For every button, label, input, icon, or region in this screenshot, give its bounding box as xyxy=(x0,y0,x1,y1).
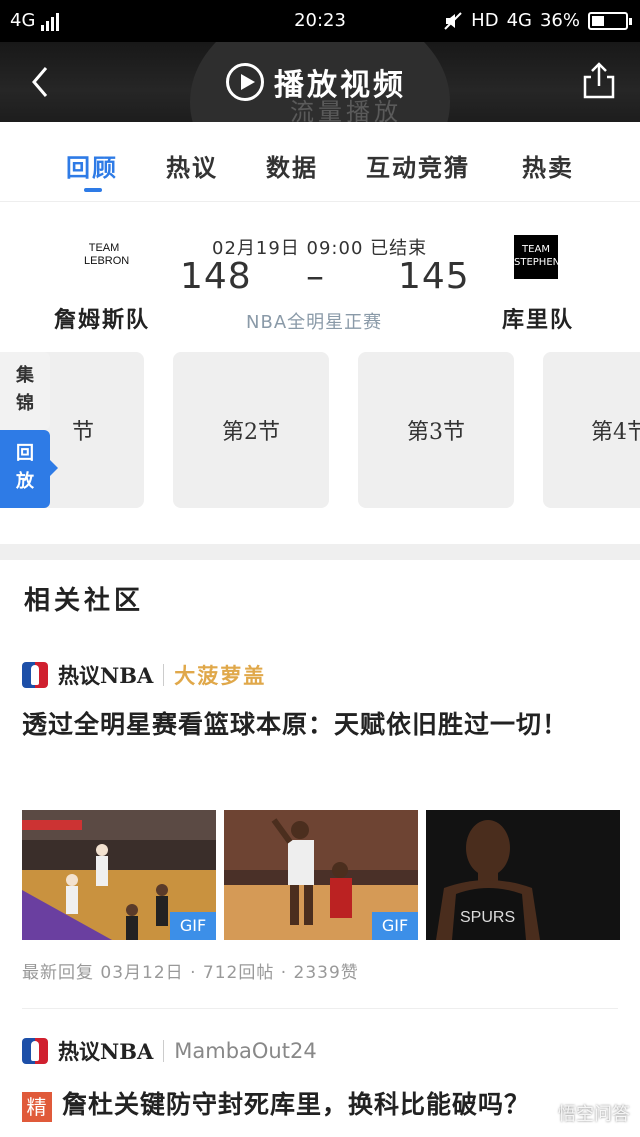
quarter-card-2[interactable]: 第2节 xyxy=(173,352,329,508)
post-divider xyxy=(22,1008,618,1009)
post-1-thumbnail-2[interactable]: GIF xyxy=(224,810,418,940)
data-type-label: 4G xyxy=(506,10,532,31)
home-logo-line2: LEBRON xyxy=(84,255,130,267)
team-lebron-logo[interactable]: TEAM LEBRON xyxy=(84,242,130,268)
hd-label: HD xyxy=(471,10,499,31)
quarter-card-4[interactable]: 第4节 xyxy=(543,352,640,508)
away-logo-line2: STEPHEN xyxy=(514,257,561,268)
header-title: 播放视频 xyxy=(274,68,406,103)
nba-logo-icon xyxy=(22,662,48,688)
post-2-author[interactable]: MambaOut24 xyxy=(174,1039,316,1063)
team-stephen-logo[interactable]: TEAM STEPHEN xyxy=(514,235,561,279)
home-logo-line1: TEAM xyxy=(88,242,120,254)
post-1-thumbnail-3[interactable]: SPURS xyxy=(426,810,620,940)
tab-shop[interactable]: 热卖 xyxy=(522,148,574,183)
svg-text:SPURS: SPURS xyxy=(460,909,515,926)
gif-badge: GIF xyxy=(170,912,216,940)
quarter-3-label: 第3节 xyxy=(407,420,465,445)
home-team-name[interactable]: 詹姆斯队 xyxy=(54,302,150,334)
battery-text: 36% xyxy=(539,10,580,31)
away-score: 145 xyxy=(398,256,470,297)
scoreboard: TEAM LEBRON 詹姆斯队 02月19日 09:00 已结束 148 – … xyxy=(0,202,640,342)
community-section-title: 相关社区 xyxy=(24,586,145,616)
quarter-4-label: 第4节 xyxy=(591,420,640,445)
match-type: NBA全明星正赛 xyxy=(246,312,383,333)
quarter-card-3[interactable]: 第3节 xyxy=(358,352,514,508)
post-1-title[interactable]: 透过全明星赛看篮球本原：天赋依旧胜过一切！ xyxy=(22,702,622,748)
replay-label: 回放 xyxy=(16,443,34,492)
share-icon[interactable] xyxy=(582,60,616,100)
away-team-name[interactable]: 库里队 xyxy=(502,302,574,334)
section-divider xyxy=(0,544,640,560)
quarter-1-label: 节 xyxy=(71,420,94,445)
featured-badge: 精 xyxy=(22,1091,52,1122)
quarter-selector: 节 集锦 回放 第2节 第3节 第4节 xyxy=(0,342,640,522)
tab-stats[interactable]: 数据 xyxy=(266,148,318,183)
nba-logo-icon xyxy=(22,1038,48,1064)
tab-bar: 回顾 热议 数据 互动竞猜 热卖 xyxy=(0,122,640,202)
back-arrow-icon[interactable] xyxy=(26,62,56,102)
wukong-logo-icon xyxy=(532,1102,554,1124)
video-header: 流量播放 播放视频 xyxy=(0,42,640,122)
meta-separator xyxy=(163,1040,165,1062)
status-icons: HD 4G 36% xyxy=(443,10,632,31)
score-dash: – xyxy=(306,256,324,297)
away-logo-line1: TEAM xyxy=(522,244,550,255)
post-1-forum[interactable]: 热议NBA xyxy=(58,660,153,690)
battery-icon xyxy=(588,11,632,30)
watermark-text: 悟空问答 xyxy=(558,1104,630,1125)
status-bar: 4G 20:23 HD 4G 36% xyxy=(0,0,640,42)
post-2-title: 詹杜关键防守封死库里，换科比能破吗？ xyxy=(62,1090,531,1119)
tab-review[interactable]: 回顾 xyxy=(66,148,118,183)
mute-icon xyxy=(444,11,462,30)
tab-quiz[interactable]: 互动竞猜 xyxy=(366,148,470,183)
side-tab-highlights[interactable]: 集锦 xyxy=(0,352,50,430)
side-tab-replay[interactable]: 回放 xyxy=(0,430,58,508)
play-icon xyxy=(226,63,264,101)
tab-active-indicator xyxy=(84,188,102,192)
gif-badge: GIF xyxy=(372,912,418,940)
tab-discussion[interactable]: 热议 xyxy=(166,148,218,183)
post-1-stats: 最新回复 03月12日 · 712回帖 · 2339赞 xyxy=(22,963,359,983)
highlights-label: 集锦 xyxy=(16,365,34,414)
watermark: 悟空问答 xyxy=(532,1100,630,1126)
post-1-thumbnail-1[interactable]: GIF xyxy=(22,810,216,940)
post-2-meta: 热议NBA MambaOut24 xyxy=(22,1036,317,1066)
meta-separator xyxy=(163,664,165,686)
quarter-2-label: 第2节 xyxy=(222,420,280,445)
play-video-button[interactable]: 播放视频 xyxy=(226,60,406,104)
spurs-player-image: SPURS xyxy=(426,810,620,940)
post-1-meta: 热议NBA 大菠萝盖 xyxy=(22,660,266,690)
post-1-author[interactable]: 大菠萝盖 xyxy=(174,660,266,690)
post-2-forum[interactable]: 热议NBA xyxy=(58,1036,153,1066)
home-score: 148 xyxy=(180,256,252,297)
